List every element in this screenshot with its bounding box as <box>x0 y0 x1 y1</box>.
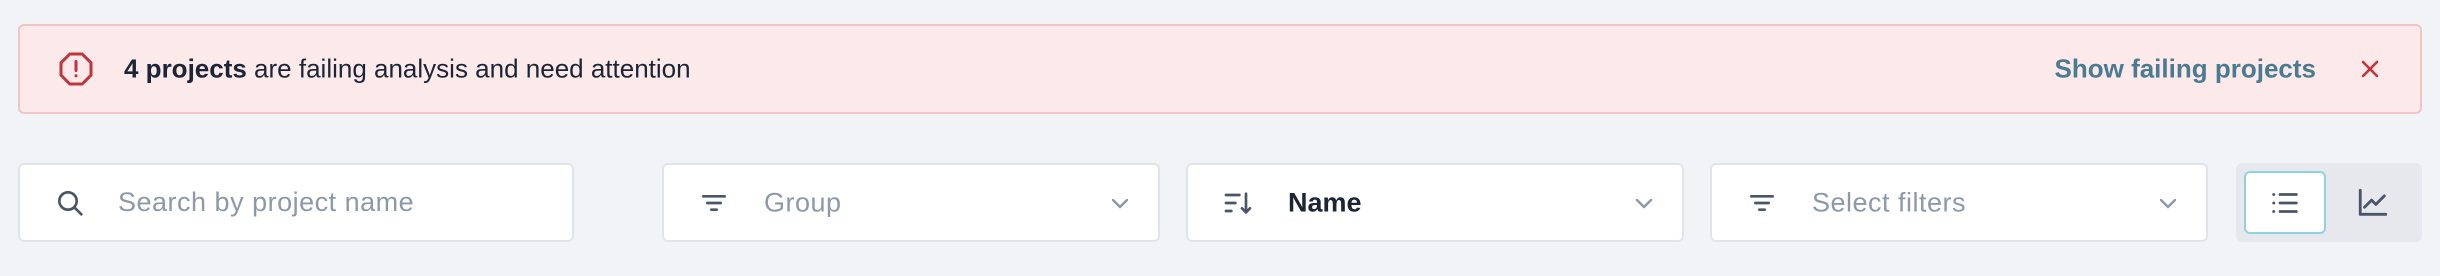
view-toggle <box>2236 163 2422 242</box>
alert-message: 4 projects are failing analysis and need… <box>124 54 691 85</box>
search-box <box>18 163 574 242</box>
search-input[interactable] <box>118 165 548 240</box>
alert-message-text: are failing analysis and need attention <box>246 53 691 84</box>
filter-lines-icon <box>702 194 726 211</box>
filters-dropdown[interactable]: Select filters <box>1710 163 2208 242</box>
filter-lines-icon <box>1750 194 1774 211</box>
search-icon <box>58 190 83 216</box>
filters-dropdown-placeholder: Select filters <box>1812 187 1967 217</box>
failing-projects-alert: 4 projects are failing analysis and need… <box>18 24 2422 114</box>
chevron-down-icon <box>2159 198 2177 208</box>
group-dropdown[interactable]: Group <box>662 163 1160 242</box>
close-icon[interactable] <box>2358 57 2382 81</box>
chevron-down-icon <box>1111 198 1129 208</box>
alert-octagon-icon <box>59 52 93 86</box>
sort-dropdown[interactable]: Name <box>1186 163 1684 242</box>
alert-count: 4 projects <box>124 53 247 84</box>
show-failing-projects-link[interactable]: Show failing projects <box>2055 54 2316 85</box>
chart-view-button[interactable] <box>2332 171 2414 234</box>
sort-icon <box>1224 191 1252 214</box>
list-view-button[interactable] <box>2244 171 2326 234</box>
line-chart-icon <box>2358 188 2388 216</box>
list-icon <box>2272 192 2298 213</box>
sort-dropdown-value: Name <box>1288 187 1362 217</box>
group-dropdown-placeholder: Group <box>764 187 842 217</box>
chevron-down-icon <box>1635 198 1653 208</box>
